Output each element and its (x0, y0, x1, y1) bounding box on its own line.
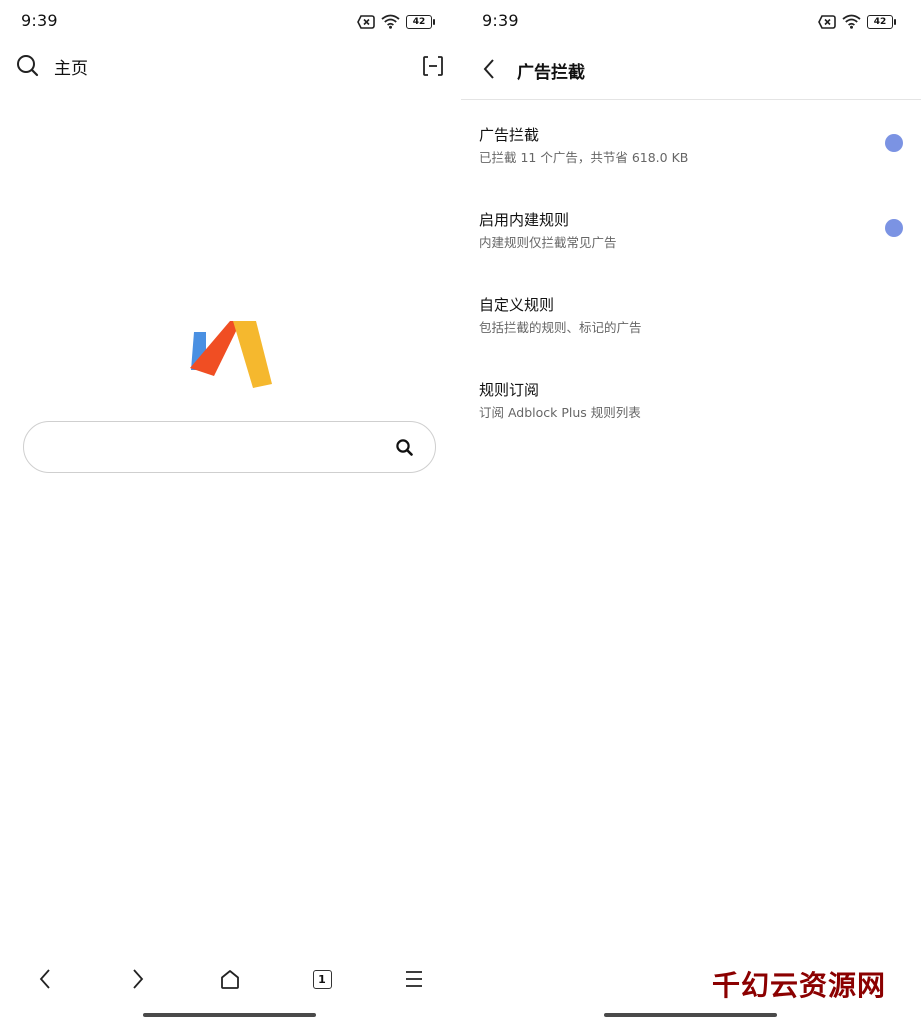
toggle-indicator[interactable] (885, 219, 903, 237)
status-bar: 9:39 42 (0, 11, 460, 33)
status-bar: 9:39 42 (461, 11, 921, 33)
back-arrow-icon[interactable] (481, 57, 497, 81)
bottom-nav: 1 (0, 962, 460, 996)
home-indicator[interactable] (143, 1013, 316, 1017)
status-icons: 42 (818, 14, 896, 29)
home-icon (221, 970, 239, 989)
page-title: 主页 (54, 59, 88, 79)
search-input[interactable] (23, 421, 436, 473)
forward-button[interactable] (121, 962, 155, 996)
status-time: 9:39 (482, 11, 519, 30)
setting-title: 规则订阅 (479, 381, 540, 399)
setting-title: 广告拦截 (479, 126, 540, 144)
setting-title: 自定义规则 (479, 296, 555, 314)
browser-home-screen: 9:39 42 主页 1 (0, 0, 460, 1024)
setting-title: 启用内建规则 (479, 211, 570, 229)
battery-icon: 42 (867, 14, 896, 29)
setting-subtitle: 已拦截 11 个广告，共节省 618.0 KB (479, 150, 689, 165)
app-logo (190, 321, 272, 388)
sim-off-icon (818, 14, 836, 29)
chevron-right-icon (133, 969, 144, 989)
top-bar: 广告拦截 (461, 52, 921, 86)
status-icons: 42 (357, 14, 435, 29)
top-bar: 主页 (16, 50, 446, 82)
wifi-icon (381, 14, 400, 29)
sim-off-icon (357, 14, 375, 29)
menu-button[interactable] (397, 962, 431, 996)
setting-subtitle: 订阅 Adblock Plus 规则列表 (479, 405, 641, 420)
search-icon[interactable] (396, 439, 413, 456)
tab-count: 1 (312, 969, 332, 989)
toggle-indicator[interactable] (885, 134, 903, 152)
watermark: 千幻云资源网 (712, 969, 887, 1002)
tabs-button[interactable]: 1 (305, 962, 339, 996)
setting-subtitle: 内建规则仅拦截常见广告 (479, 235, 617, 250)
page-title: 广告拦截 (517, 63, 585, 83)
setting-rule-subscription[interactable]: 规则订阅 订阅 Adblock Plus 规则列表 (461, 379, 921, 439)
setting-custom-rules[interactable]: 自定义规则 包括拦截的规则、标记的广告 (461, 294, 921, 354)
home-indicator[interactable] (604, 1013, 777, 1017)
wifi-icon (842, 14, 861, 29)
header-divider (461, 99, 921, 100)
setting-subtitle: 包括拦截的规则、标记的广告 (479, 320, 642, 335)
back-button[interactable] (28, 962, 62, 996)
adblock-settings-screen: 9:39 42 广告拦截 广告拦截 已拦截 11 个广告，共节省 618.0 K… (461, 0, 921, 1024)
search-icon[interactable] (16, 54, 39, 77)
setting-adblock[interactable]: 广告拦截 已拦截 11 个广告，共节省 618.0 KB (461, 124, 921, 184)
scan-icon[interactable] (422, 55, 444, 77)
chevron-left-icon (39, 969, 50, 989)
setting-builtin-rules[interactable]: 启用内建规则 内建规则仅拦截常见广告 (461, 209, 921, 269)
menu-icon (406, 971, 422, 987)
status-time: 9:39 (21, 11, 58, 30)
battery-icon: 42 (406, 14, 435, 29)
home-button[interactable] (213, 962, 247, 996)
